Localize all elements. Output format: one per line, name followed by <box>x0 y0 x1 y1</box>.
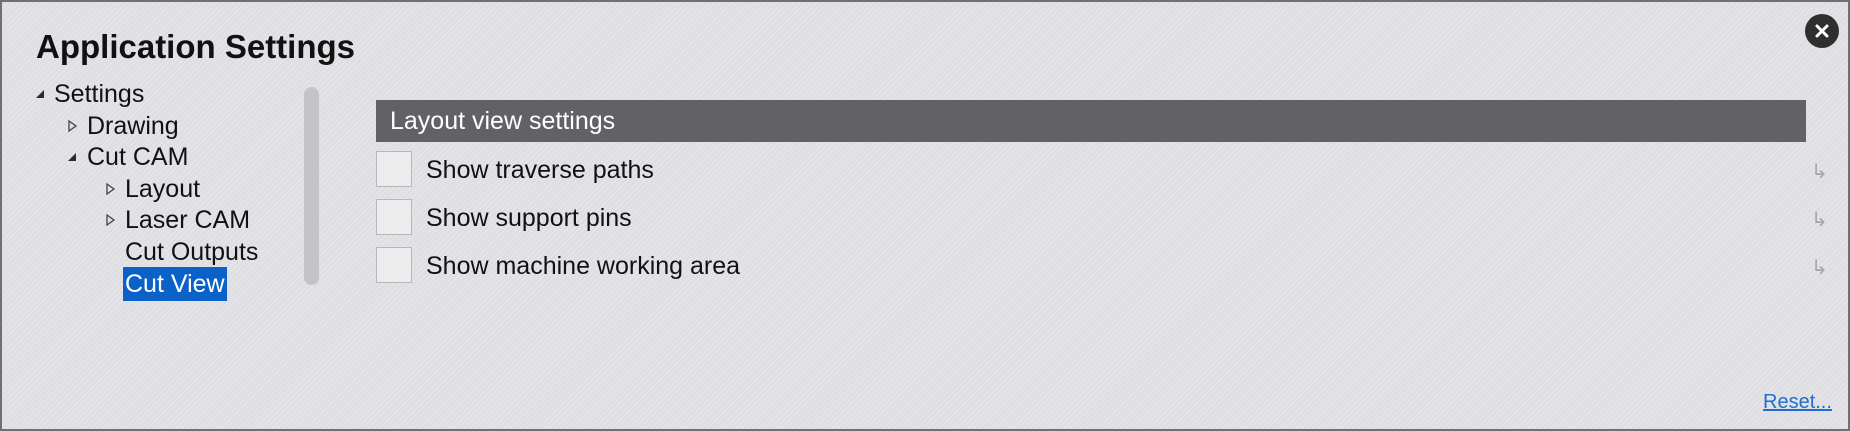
settings-dialog: Application Settings Settings Drawing Cu… <box>0 0 1850 431</box>
setting-row-support-pins: Show support pins ↳ <box>376 199 1846 237</box>
section-header: Layout view settings <box>376 100 1806 142</box>
tree-item-label: Cut Outputs <box>125 238 259 266</box>
reset-setting-icon[interactable]: ↳ <box>1811 159 1828 184</box>
triangle-collapsed-icon[interactable] <box>102 203 118 237</box>
setting-row-traverse-paths: Show traverse paths ↳ <box>376 151 1846 189</box>
setting-label: Show support pins <box>426 204 632 232</box>
dialog-title: Application Settings <box>36 28 356 65</box>
tree-scrollbar[interactable] <box>304 87 319 285</box>
tree-item-label: Drawing <box>87 112 179 140</box>
triangle-expanded-icon[interactable] <box>64 140 80 174</box>
close-icon <box>1815 24 1829 38</box>
tree-item-label: Settings <box>54 80 145 108</box>
triangle-collapsed-icon[interactable] <box>102 172 118 206</box>
tree-item-label: Laser CAM <box>125 206 251 234</box>
traverse-paths-checkbox[interactable] <box>376 151 412 187</box>
close-button[interactable] <box>1805 14 1839 48</box>
tree-item-label: Layout <box>125 175 201 203</box>
machine-working-area-checkbox[interactable] <box>376 247 412 283</box>
tree-item-label: Cut CAM <box>87 143 189 171</box>
reset-setting-icon[interactable]: ↳ <box>1811 255 1828 280</box>
reset-link[interactable]: Reset... <box>1763 391 1832 414</box>
triangle-collapsed-icon[interactable] <box>64 109 80 143</box>
triangle-expanded-icon[interactable] <box>32 77 48 111</box>
setting-row-machine-working-area: Show machine working area ↳ <box>376 247 1846 285</box>
setting-label: Show traverse paths <box>426 156 654 184</box>
reset-setting-icon[interactable]: ↳ <box>1811 207 1828 232</box>
setting-label: Show machine working area <box>426 252 741 280</box>
tree-item-label: Cut View <box>123 267 227 301</box>
support-pins-checkbox[interactable] <box>376 199 412 235</box>
